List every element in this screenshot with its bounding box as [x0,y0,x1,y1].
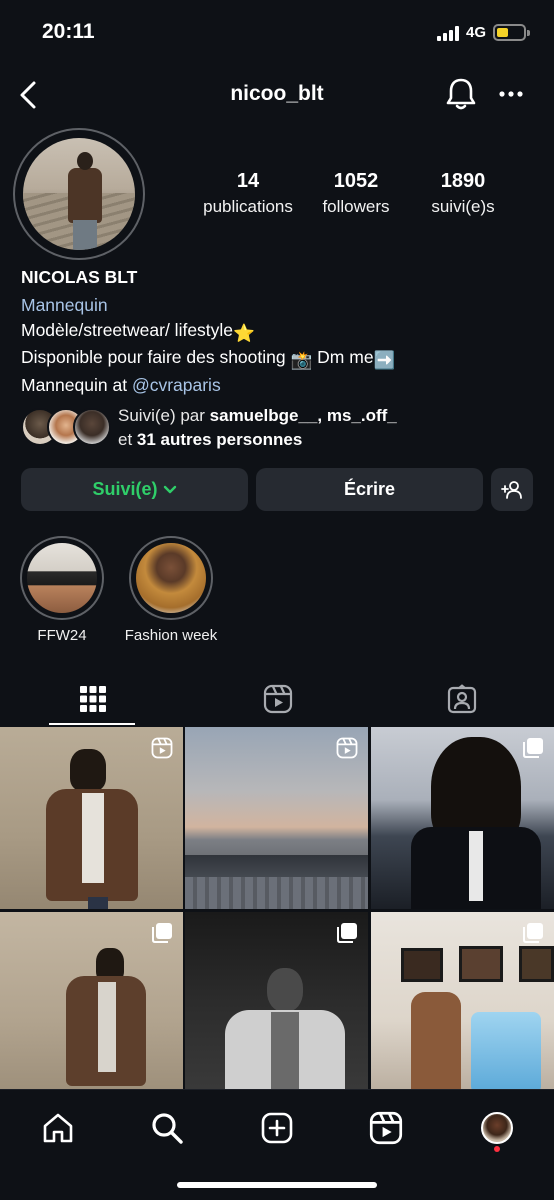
profile-avatar[interactable] [13,128,145,260]
profile-header: nicoo_blt [0,70,554,120]
following-button[interactable]: Suivi(e) [21,468,248,511]
carousel-icon [336,922,358,944]
profile-avatar [481,1112,513,1144]
add-user-button[interactable] [491,468,533,511]
nav-search[interactable] [147,1108,187,1148]
tagged-icon [447,684,476,714]
profile-stats: 14 publications 1052 followers 1890 suiv… [196,170,516,222]
reels-icon [336,737,358,759]
profile-category[interactable]: Mannequin [21,293,541,317]
home-indicator [177,1182,377,1188]
nav-reels[interactable] [366,1108,406,1148]
story-highlights: FFW24 Fashion week [0,536,554,648]
right-arrow-icon: ➡️ [373,350,396,371]
bottom-navigation [0,1089,554,1200]
highlight-image [136,543,206,613]
profile-tabs [0,672,554,726]
tab-reels[interactable] [185,672,370,726]
profile-name: NICOLAS BLT [21,267,138,287]
status-time: 20:11 [42,20,95,43]
reels-icon [263,684,292,714]
stat-value: 14 [236,170,260,192]
stat-value: 1890 [440,170,486,192]
post-thumbnail[interactable] [185,727,368,909]
bio-line: Disponible pour faire des shooting 📸 Dm … [21,345,541,372]
battery-icon [493,24,530,41]
highlight-label: Fashion week [124,627,218,644]
active-tab-indicator [49,723,135,725]
chevron-down-icon [163,485,176,493]
carousel-icon [522,922,544,944]
post-thumbnail[interactable] [185,912,368,1094]
notification-dot [494,1146,500,1152]
reels-icon [369,1111,403,1145]
stat-value: 1052 [333,170,379,192]
bell-icon[interactable] [444,76,478,112]
grid-icon [79,686,106,712]
stat-label: followers [322,197,390,216]
following-button-label: Suivi(e) [92,479,158,499]
signal-icon [437,26,459,41]
mutual-followers[interactable]: Suivi(e) par samuelbge__, ms_.off_ et 31… [21,404,541,452]
more-horizontal-icon[interactable] [496,80,526,108]
star-icon: ⭐ [233,322,255,343]
post-thumbnail[interactable] [0,912,183,1094]
profile-actions: Suivi(e) Écrire [21,468,533,512]
home-icon [43,1113,73,1143]
highlight-fashion-week[interactable]: Fashion week [120,536,222,644]
reels-icon [151,737,173,759]
stat-label: publications [203,197,293,216]
search-icon [152,1113,183,1144]
carousel-icon [151,922,173,944]
stat-publications[interactable]: 14 publications [196,170,300,217]
carousel-icon [522,737,544,759]
create-icon [261,1112,293,1144]
stat-following[interactable]: 1890 suivi(e)s [418,170,508,217]
post-thumbnail[interactable] [371,912,554,1094]
stat-followers[interactable]: 1052 followers [308,170,404,217]
highlight-label: FFW24 [37,627,87,644]
message-button-label: Écrire [343,479,396,499]
status-bar: 20:11 4G [0,0,554,66]
bio-line: Modèle/streetwear/ lifestyle⭐ [21,318,541,345]
nav-profile[interactable] [477,1108,517,1148]
mutual-avatars [21,408,111,446]
nav-home[interactable] [38,1108,78,1148]
tab-grid[interactable] [0,672,185,726]
camera-flash-icon: 📸 [290,350,313,371]
bio-line: Mannequin at @cvraparis [21,374,221,395]
add-user-icon [501,480,522,499]
highlight-image [27,543,97,613]
post-thumbnail[interactable] [371,727,554,909]
profile-bio: NICOLAS BLT Mannequin Modèle/streetwear/… [21,265,541,397]
message-button[interactable]: Écrire [256,468,483,511]
mention-link[interactable]: @cvraparis [132,375,221,395]
avatar [73,408,111,446]
nav-create[interactable] [257,1108,297,1148]
mutual-followers-text: Suivi(e) par samuelbge__, ms_.off_ et 31… [118,406,397,449]
post-thumbnail[interactable] [0,727,183,909]
highlight-ffw24[interactable]: FFW24 [20,536,104,644]
post-grid [0,727,554,1094]
stat-label: suivi(e)s [431,197,495,216]
network-type: 4G [466,24,487,41]
tab-tagged[interactable] [369,672,554,726]
avatar-image [23,138,135,250]
